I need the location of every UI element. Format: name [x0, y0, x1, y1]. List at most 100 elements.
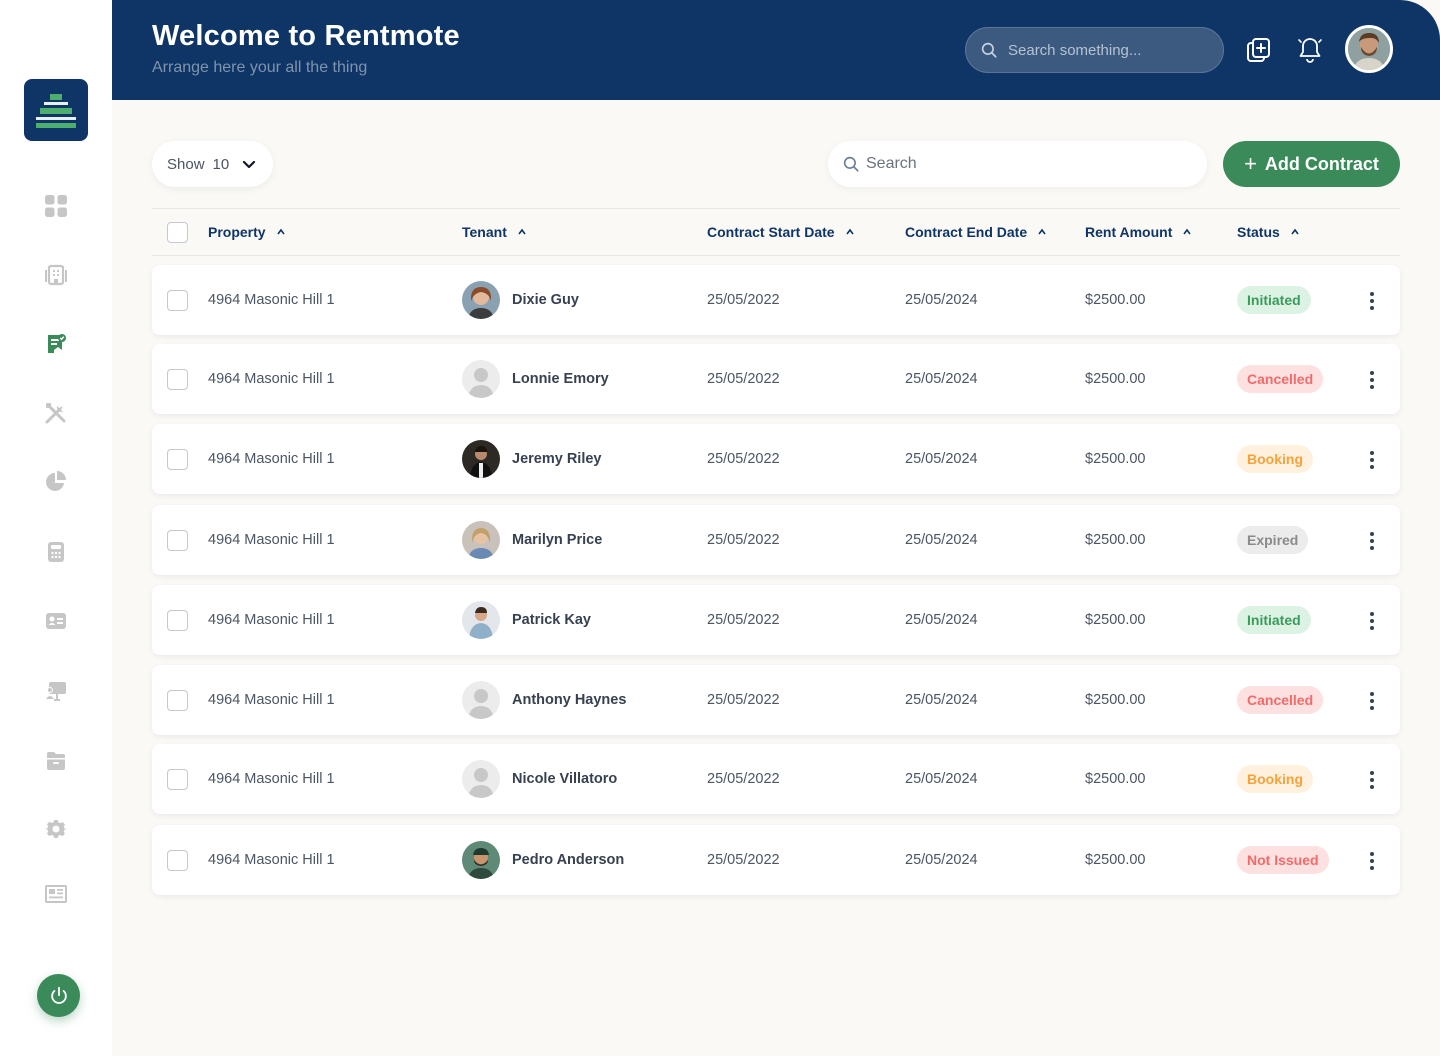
row-checkbox[interactable] — [167, 369, 188, 390]
table-row[interactable]: 4964 Masonic Hill 1 Jeremy Riley 25/05/2… — [152, 424, 1400, 494]
folder-icon[interactable] — [40, 745, 72, 777]
column-header-tenant[interactable]: Tenant — [462, 209, 527, 255]
rentmote-logo[interactable] — [24, 79, 88, 141]
table-row[interactable]: 4964 Masonic Hill 1 Marilyn Price 25/05/… — [152, 505, 1400, 575]
copy-plus-icon — [1247, 38, 1270, 62]
row-checkbox[interactable] — [167, 449, 188, 470]
column-header-property[interactable]: Property — [208, 209, 286, 255]
tenant-cell: Pedro Anderson — [462, 825, 624, 895]
sort-icon — [845, 227, 855, 237]
tenant-avatar — [462, 841, 500, 879]
more-vertical-icon — [1370, 532, 1374, 550]
status-badge: Booking — [1237, 765, 1313, 793]
rent-amount-cell: $2500.00 — [1085, 692, 1146, 708]
show-entries-select[interactable]: Show 10 — [152, 141, 273, 187]
row-more-button[interactable] — [1358, 446, 1386, 474]
global-search[interactable] — [965, 27, 1224, 73]
table-row[interactable]: 4964 Masonic Hill 1 Pedro Anderson 25/05… — [152, 825, 1400, 895]
rent-amount-cell: $2500.00 — [1085, 852, 1146, 868]
id-card-icon[interactable] — [40, 605, 72, 637]
row-more-button[interactable] — [1358, 366, 1386, 394]
add-new-button[interactable] — [1244, 35, 1274, 65]
row-more-button[interactable] — [1358, 766, 1386, 794]
table-row[interactable]: 4964 Masonic Hill 1 Anthony Haynes 25/05… — [152, 665, 1400, 735]
table-row[interactable]: 4964 Masonic Hill 1 Nicole Villatoro 25/… — [152, 744, 1400, 814]
contract-icon[interactable] — [40, 328, 72, 360]
dashboard-icon[interactable] — [40, 190, 72, 222]
column-label: Tenant — [462, 224, 507, 240]
row-more-button[interactable] — [1358, 607, 1386, 635]
rent-amount-cell: $2500.00 — [1085, 532, 1146, 548]
column-header-status[interactable]: Status — [1237, 209, 1300, 255]
status-cell: Initiated — [1237, 585, 1311, 655]
tenant-name: Lonnie Emory — [512, 371, 609, 387]
row-more-button[interactable] — [1358, 527, 1386, 555]
rent-amount-cell: $2500.00 — [1085, 612, 1146, 628]
row-more-button[interactable] — [1358, 287, 1386, 315]
more-vertical-icon — [1370, 852, 1374, 870]
status-cell: Booking — [1237, 744, 1313, 814]
gear-icon[interactable] — [40, 813, 72, 845]
global-search-input[interactable] — [1008, 41, 1208, 59]
show-value: 10 — [212, 155, 230, 173]
table-header: Property Tenant Contract Start Date Cont… — [152, 208, 1400, 256]
tenant-cell: Lonnie Emory — [462, 344, 609, 414]
row-checkbox[interactable] — [167, 610, 188, 631]
status-badge: Expired — [1237, 526, 1309, 554]
table-search-input[interactable] — [866, 155, 1186, 173]
start-date-cell: 25/05/2022 — [707, 371, 780, 387]
sidebar — [0, 0, 112, 1056]
tenant-avatar — [462, 760, 500, 798]
column-label: Contract Start Date — [707, 224, 835, 240]
power-icon — [50, 986, 67, 1004]
table-row[interactable]: 4964 Masonic Hill 1 Dixie Guy 25/05/2022… — [152, 265, 1400, 335]
sort-icon — [276, 227, 286, 237]
pie-chart-icon[interactable] — [40, 466, 72, 498]
tenant-avatar — [462, 440, 500, 478]
tenant-cell: Dixie Guy — [462, 265, 579, 335]
start-date-cell: 25/05/2022 — [707, 852, 780, 868]
newspaper-icon[interactable] — [40, 878, 72, 910]
bell-icon — [1298, 38, 1322, 63]
plus-icon: + — [1244, 151, 1257, 176]
row-more-button[interactable] — [1358, 847, 1386, 875]
column-header-rent-amount[interactable]: Rent Amount — [1085, 209, 1192, 255]
tenant-name: Patrick Kay — [512, 612, 591, 628]
calculator-icon[interactable] — [40, 536, 72, 568]
row-checkbox[interactable] — [167, 850, 188, 871]
column-label: Rent Amount — [1085, 224, 1173, 240]
end-date-cell: 25/05/2024 — [905, 451, 978, 467]
building-icon[interactable] — [40, 258, 72, 290]
start-date-cell: 25/05/2022 — [707, 292, 780, 308]
table-row[interactable]: 4964 Masonic Hill 1 Lonnie Emory 25/05/2… — [152, 344, 1400, 414]
row-checkbox[interactable] — [167, 290, 188, 311]
stacked-building-logo-icon — [36, 94, 76, 128]
rent-amount-cell: $2500.00 — [1085, 451, 1146, 467]
notifications-button[interactable] — [1295, 35, 1325, 65]
user-avatar[interactable] — [1345, 25, 1393, 73]
row-more-button[interactable] — [1358, 687, 1386, 715]
tools-icon[interactable] — [40, 397, 72, 429]
row-checkbox[interactable] — [167, 769, 188, 790]
row-checkbox[interactable] — [167, 530, 188, 551]
status-cell: Expired — [1237, 505, 1309, 575]
row-checkbox[interactable] — [167, 690, 188, 711]
tenant-avatar — [462, 281, 500, 319]
table-row[interactable]: 4964 Masonic Hill 1 Patrick Kay 25/05/20… — [152, 585, 1400, 655]
status-cell: Cancelled — [1237, 665, 1324, 735]
status-cell: Initiated — [1237, 265, 1311, 335]
tenant-name: Marilyn Price — [512, 532, 603, 548]
add-contract-button[interactable]: + Add Contract — [1223, 141, 1400, 187]
logout-button[interactable] — [37, 974, 80, 1017]
tenant-avatar — [462, 360, 500, 398]
end-date-cell: 25/05/2024 — [905, 532, 978, 548]
start-date-cell: 25/05/2022 — [707, 771, 780, 787]
status-badge: Cancelled — [1237, 365, 1324, 393]
column-header-end-date[interactable]: Contract End Date — [905, 209, 1047, 255]
column-header-start-date[interactable]: Contract Start Date — [707, 209, 855, 255]
presentation-icon[interactable] — [40, 675, 72, 707]
select-all-checkbox[interactable] — [167, 222, 188, 243]
tenant-name: Jeremy Riley — [512, 451, 602, 467]
table-search[interactable] — [828, 141, 1207, 187]
more-vertical-icon — [1370, 451, 1374, 469]
